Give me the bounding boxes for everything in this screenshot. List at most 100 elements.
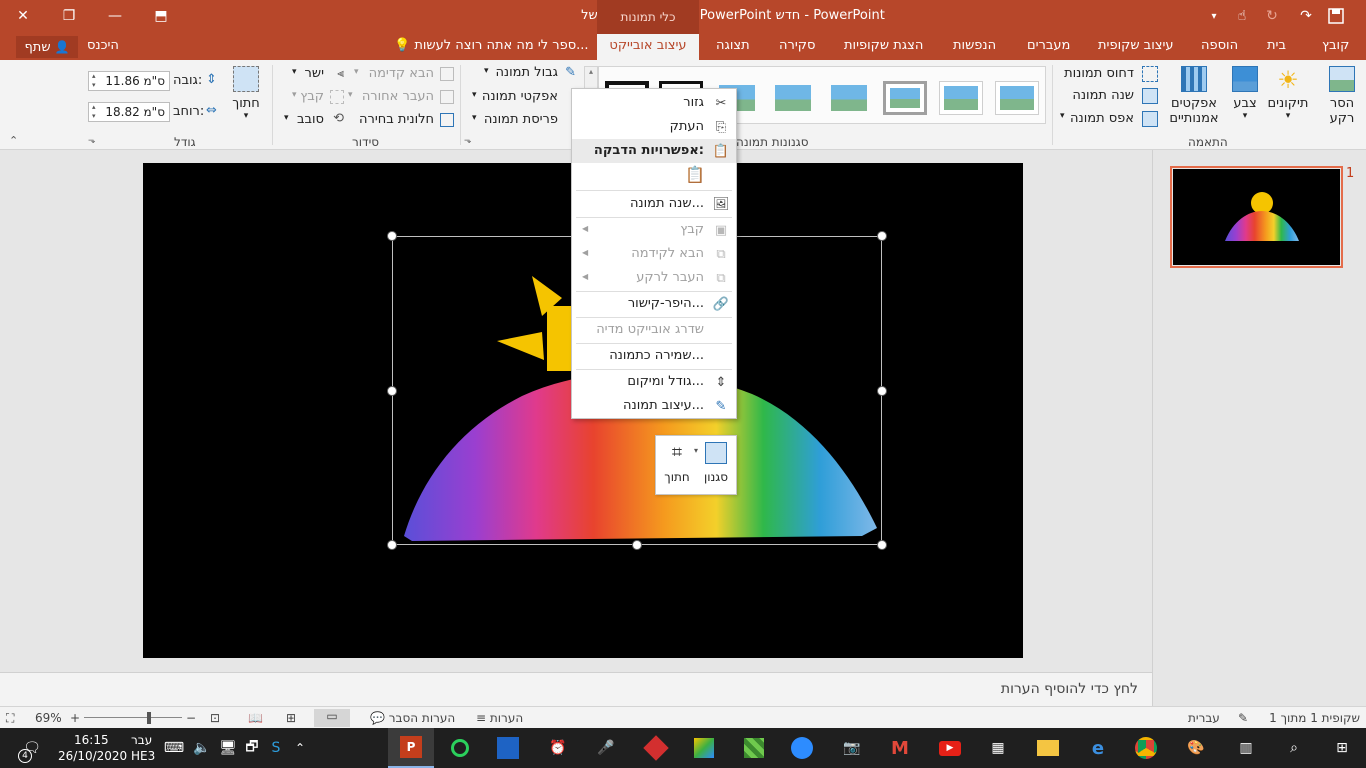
- undo-icon[interactable]: ↷: [1290, 0, 1322, 32]
- picture-effects-button[interactable]: ▾ אפקטי תמונה: [470, 88, 578, 108]
- normal-view-button[interactable]: ▭: [314, 709, 350, 727]
- reset-picture-button[interactable]: ▾ אפס תמונה: [1056, 111, 1160, 129]
- resize-handle[interactable]: [877, 231, 887, 241]
- tab-review[interactable]: סקירה: [779, 38, 815, 53]
- tab-format[interactable]: עיצוב אובייקט: [597, 34, 699, 60]
- minecraft-icon[interactable]: [740, 734, 768, 762]
- tab-file[interactable]: קובץ: [1322, 38, 1349, 53]
- clock-time[interactable]: 16:15: [74, 733, 109, 747]
- skype-tray-icon[interactable]: S: [262, 734, 290, 762]
- reading-view-button[interactable]: 📖: [248, 711, 263, 725]
- touch-mode-icon[interactable]: ☝: [1226, 0, 1258, 32]
- collapse-ribbon-icon[interactable]: ⌃: [9, 134, 18, 147]
- zoom-out-button[interactable]: +: [70, 711, 80, 725]
- resize-handle[interactable]: [632, 540, 642, 550]
- corrections-button[interactable]: ☀ תיקונים ▾: [1266, 66, 1310, 132]
- start-button[interactable]: ⊞: [1328, 734, 1356, 762]
- tab-transitions[interactable]: מעברים: [1027, 38, 1070, 53]
- keyboard-tray-icon[interactable]: ⌨: [160, 734, 188, 762]
- tab-view[interactable]: תצוגה: [716, 38, 750, 53]
- fit-to-window-icon[interactable]: ⛶: [6, 711, 14, 726]
- tab-animations[interactable]: הנפשות: [953, 38, 996, 53]
- slide-sorter-button[interactable]: ⊞: [286, 711, 296, 725]
- word-of-day-icon[interactable]: [494, 734, 522, 762]
- camera-icon[interactable]: 📷: [838, 734, 866, 762]
- bluestacks-icon[interactable]: [690, 734, 718, 762]
- change-picture-button[interactable]: שנה תמונה: [1068, 88, 1160, 106]
- zoom-app-icon[interactable]: [788, 734, 816, 762]
- resize-handle[interactable]: [387, 540, 397, 550]
- menu-item-change-picture[interactable]: שנה תמונה... 🖼: [572, 192, 736, 216]
- tab-home[interactable]: בית: [1267, 38, 1286, 53]
- paste-keep-picture-button[interactable]: 📋: [685, 165, 709, 187]
- zoom-slider-thumb[interactable]: [147, 712, 151, 724]
- resize-handle[interactable]: [877, 540, 887, 550]
- chrome-icon[interactable]: [1132, 734, 1160, 762]
- tab-insert[interactable]: הוספה: [1201, 38, 1238, 53]
- notes-toggle[interactable]: ≡ הערות: [476, 711, 523, 725]
- spin-arrows-icon[interactable]: ▴ ▾: [92, 103, 96, 121]
- dialog-launcher-icon[interactable]: ⬎: [88, 136, 96, 146]
- menu-item-cut[interactable]: גזור ✂: [572, 91, 736, 115]
- color-button[interactable]: צבע ▾: [1228, 66, 1262, 132]
- slide-thumbnail[interactable]: [1170, 166, 1343, 268]
- remove-background-button[interactable]: הסר רקע: [1322, 66, 1362, 132]
- record-app-icon[interactable]: [446, 734, 474, 762]
- slideshow-button[interactable]: ⊡: [210, 711, 220, 725]
- input-language[interactable]: עבר: [131, 733, 152, 747]
- notes-pane[interactable]: לחץ כדי להוסיף הערות: [0, 672, 1152, 706]
- menu-item-hyperlink[interactable]: היפר-קישור... 🔗: [572, 292, 736, 316]
- width-input[interactable]: ▴ ▾ 18.82 ס"מ: [88, 102, 170, 122]
- selection-pane-button[interactable]: חלונית בחירה: [344, 111, 456, 131]
- powerpoint-taskbar-button[interactable]: P: [388, 728, 434, 768]
- save-icon[interactable]: [1320, 0, 1352, 32]
- rotate-button[interactable]: ▾ סובב ⟲: [282, 111, 346, 131]
- zoom-in-button[interactable]: −: [186, 711, 196, 725]
- picture-style-5[interactable]: [771, 81, 815, 115]
- align-button[interactable]: ▾ ישר ⫷: [290, 65, 346, 85]
- resize-handle[interactable]: [387, 386, 397, 396]
- comments-toggle[interactable]: 💬 הערות הסבר: [370, 711, 455, 725]
- redo-icon[interactable]: ↻: [1256, 0, 1288, 32]
- voice-recorder-icon[interactable]: 🎤: [592, 734, 620, 762]
- show-hidden-icons[interactable]: ⌃: [286, 734, 314, 762]
- tab-slideshow[interactable]: הצגת שקופיות: [844, 38, 923, 53]
- accessibility-icon[interactable]: ✎: [1238, 711, 1248, 725]
- file-explorer-icon[interactable]: [1034, 734, 1062, 762]
- compress-pictures-button[interactable]: דחוס תמונות: [1064, 66, 1160, 84]
- picture-style-1[interactable]: [995, 81, 1039, 115]
- mini-crop-button[interactable]: ⌗ חתוך: [660, 440, 694, 492]
- menu-item-size-position[interactable]: גודל ומיקום... ⇕: [572, 370, 736, 394]
- volume-tray-icon[interactable]: 🔈: [188, 734, 216, 762]
- search-icon[interactable]: ⌕: [1280, 734, 1308, 762]
- share-button[interactable]: שתף 👤: [16, 36, 78, 58]
- chevron-down-icon[interactable]: ▾: [694, 446, 698, 455]
- picture-style-2[interactable]: [939, 81, 983, 115]
- menu-item-copy[interactable]: העתק ⎘: [572, 115, 736, 139]
- mini-style-button[interactable]: סגנון: [698, 440, 734, 492]
- calculator-icon[interactable]: ▦: [984, 734, 1012, 762]
- task-view-icon[interactable]: ▥: [1232, 734, 1260, 762]
- red-app-icon[interactable]: [642, 734, 670, 762]
- resize-handle[interactable]: [387, 231, 397, 241]
- language-indicator[interactable]: עברית: [1188, 711, 1220, 725]
- menu-item-format-picture[interactable]: עיצוב תמונה... ✎: [572, 394, 736, 418]
- paint-app-icon[interactable]: 🎨: [1182, 734, 1210, 762]
- input-layout[interactable]: HE3: [131, 749, 155, 763]
- alarms-clock-icon[interactable]: ⏰: [544, 734, 572, 762]
- edge-icon[interactable]: e: [1084, 734, 1112, 762]
- picture-style-3[interactable]: [883, 81, 927, 115]
- height-input[interactable]: ▴ ▾ 11.86 ס"מ: [88, 71, 170, 91]
- dialog-launcher-icon[interactable]: ⬎: [464, 136, 472, 146]
- picture-style-4[interactable]: [827, 81, 871, 115]
- resize-handle[interactable]: [877, 386, 887, 396]
- network-tray-icon[interactable]: 🗗: [238, 734, 266, 762]
- spin-arrows-icon[interactable]: ▴ ▾: [92, 72, 96, 90]
- zoom-slider[interactable]: [84, 717, 182, 718]
- youtube-icon[interactable]: ▶: [936, 734, 964, 762]
- zoom-level[interactable]: 69%: [35, 711, 62, 725]
- clock-date[interactable]: 26/10/2020: [58, 749, 127, 763]
- monitor-tray-icon[interactable]: 🖥: [214, 734, 242, 762]
- crop-button[interactable]: חתוך ▾: [226, 66, 266, 132]
- sign-in-link[interactable]: היכנס: [87, 38, 119, 53]
